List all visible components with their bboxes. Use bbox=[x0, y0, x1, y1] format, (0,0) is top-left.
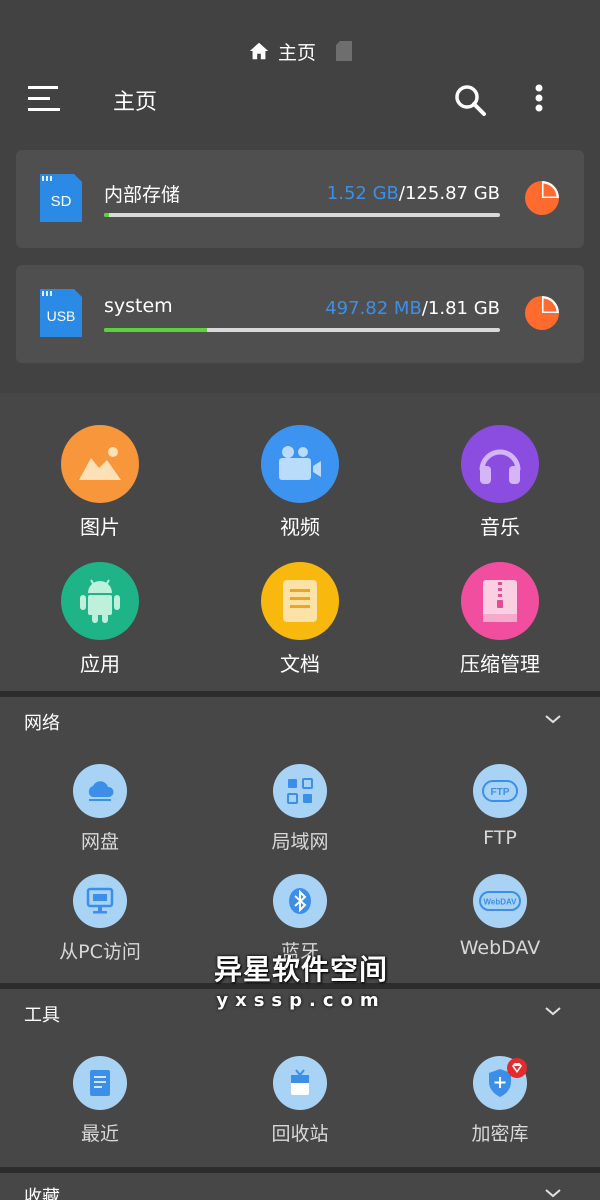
ftp-icon: FTP bbox=[473, 764, 527, 818]
category-documents[interactable]: 文档 bbox=[220, 562, 380, 682]
category-label: 应用 bbox=[80, 652, 120, 676]
menu-icon[interactable] bbox=[26, 84, 62, 114]
tool-item-vault[interactable]: 加密库 bbox=[420, 1056, 580, 1146]
network-item-cloud[interactable]: 网盘 bbox=[20, 764, 180, 854]
item-label: 局域网 bbox=[271, 831, 329, 853]
sd-card-icon: SD bbox=[40, 174, 82, 222]
breadcrumb[interactable]: 主页 bbox=[0, 36, 600, 66]
music-icon bbox=[461, 425, 539, 503]
network-item-lan[interactable]: 局域网 bbox=[220, 764, 380, 854]
storage-usage-fill bbox=[104, 213, 109, 217]
network-item-ftp[interactable]: FTP FTP bbox=[420, 764, 580, 849]
item-label: 加密库 bbox=[471, 1123, 529, 1145]
home-icon bbox=[249, 42, 269, 60]
tools-section: 工具 最近 回收站 加密库 bbox=[0, 989, 600, 1167]
tool-item-recent[interactable]: 最近 bbox=[20, 1056, 180, 1146]
storage-card-system[interactable]: USB system 497.82 MB/1.81 GB bbox=[16, 265, 584, 363]
archive-icon bbox=[461, 562, 539, 640]
category-label: 视频 bbox=[280, 515, 320, 539]
storage-card-internal[interactable]: SD 内部存储 1.52 GB/125.87 GB bbox=[16, 150, 584, 248]
storage-total: 125.87 GB bbox=[404, 183, 500, 204]
category-grid: 图片 视频 音乐 应用 文档 压缩管理 bbox=[0, 393, 600, 691]
lan-icon bbox=[273, 764, 327, 818]
storage-total: 1.81 GB bbox=[427, 298, 500, 319]
page-title: 主页 bbox=[113, 90, 158, 115]
category-images[interactable]: 图片 bbox=[20, 425, 180, 545]
svg-text:FTP: FTP bbox=[491, 787, 510, 798]
section-title: 工具 bbox=[24, 1005, 60, 1026]
network-item-webdav[interactable]: WebDAV WebDAV bbox=[420, 874, 580, 959]
storage-name: system bbox=[104, 295, 173, 317]
svg-text:SD: SD bbox=[51, 193, 72, 210]
section-title: 收藏 bbox=[24, 1187, 60, 1200]
more-options-icon[interactable] bbox=[528, 82, 550, 118]
item-label: WebDAV bbox=[459, 937, 541, 959]
document-icon bbox=[261, 562, 339, 640]
category-videos[interactable]: 视频 bbox=[220, 425, 380, 545]
item-label: 最近 bbox=[80, 1123, 119, 1145]
recycle-bin-icon bbox=[273, 1056, 327, 1110]
video-icon bbox=[261, 425, 339, 503]
storage-usage-bar bbox=[104, 213, 500, 217]
pc-access-icon bbox=[73, 874, 127, 928]
category-label: 图片 bbox=[80, 515, 120, 539]
pie-chart-icon[interactable] bbox=[524, 295, 560, 331]
network-section: 网络 网盘 局域网 FTP FTP 从PC访问 蓝牙 WebDAV WebDAV bbox=[0, 697, 600, 983]
search-icon[interactable] bbox=[452, 82, 488, 118]
bluetooth-icon bbox=[273, 874, 327, 928]
cloud-drive-icon bbox=[73, 764, 127, 818]
item-label: 蓝牙 bbox=[280, 941, 319, 963]
category-label: 音乐 bbox=[480, 515, 520, 539]
storage-size: 1.52 GB/125.87 GB bbox=[327, 183, 500, 204]
webdav-icon: WebDAV bbox=[473, 874, 527, 928]
toolbar: 主页 bbox=[0, 72, 600, 128]
breadcrumb-home-label: 主页 bbox=[277, 41, 316, 64]
category-apps[interactable]: 应用 bbox=[20, 562, 180, 682]
category-music[interactable]: 音乐 bbox=[420, 425, 580, 545]
network-item-pc-access[interactable]: 从PC访问 bbox=[20, 874, 180, 964]
chevron-down-icon[interactable] bbox=[544, 713, 562, 725]
item-label: FTP bbox=[483, 827, 517, 849]
category-archives[interactable]: 压缩管理 bbox=[420, 562, 580, 682]
item-label: 网盘 bbox=[80, 831, 119, 853]
sd-card-icon bbox=[336, 41, 352, 61]
svg-text:WebDAV: WebDAV bbox=[483, 898, 517, 907]
chevron-down-icon[interactable] bbox=[544, 1005, 562, 1017]
vip-badge-icon bbox=[507, 1058, 527, 1078]
storage-usage-bar bbox=[104, 328, 500, 332]
android-icon bbox=[61, 562, 139, 640]
storage-name: 内部存储 bbox=[104, 184, 181, 206]
usb-drive-icon: USB bbox=[40, 289, 82, 337]
storage-used: 497.82 MB bbox=[325, 298, 422, 319]
network-item-bluetooth[interactable]: 蓝牙 bbox=[220, 874, 380, 964]
favorites-section: 收藏 bbox=[0, 1173, 600, 1200]
storage-usage-fill bbox=[104, 328, 207, 332]
item-label: 从PC访问 bbox=[59, 941, 141, 963]
item-label: 回收站 bbox=[271, 1123, 329, 1145]
storage-size: 497.82 MB/1.81 GB bbox=[325, 298, 500, 319]
storage-used: 1.52 GB bbox=[326, 183, 399, 204]
svg-text:USB: USB bbox=[47, 308, 76, 324]
tool-item-recycle-bin[interactable]: 回收站 bbox=[220, 1056, 380, 1146]
category-label: 文档 bbox=[280, 652, 320, 676]
pie-chart-icon[interactable] bbox=[524, 180, 560, 216]
chevron-down-icon[interactable] bbox=[544, 1187, 562, 1199]
recent-icon bbox=[73, 1056, 127, 1110]
image-icon bbox=[61, 425, 139, 503]
top-area: 主页 主页 SD 内部存储 1.52 GB/125.87 GB USB syst… bbox=[0, 0, 600, 393]
section-title: 网络 bbox=[24, 713, 60, 734]
category-label: 压缩管理 bbox=[460, 652, 540, 676]
